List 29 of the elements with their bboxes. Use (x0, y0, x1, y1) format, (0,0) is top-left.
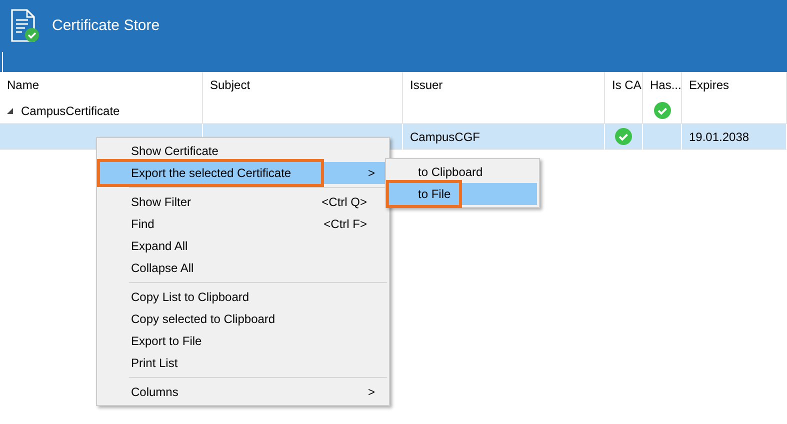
cell-text: 19.01.2038 (689, 128, 750, 146)
column-header[interactable]: Subject (203, 72, 403, 98)
column-header[interactable]: Name (0, 72, 203, 98)
menu-item[interactable]: Export the selected Certificate > (99, 162, 387, 184)
shortcut-label: <Ctrl Q> (322, 194, 368, 211)
menu-item[interactable]: Print List (99, 352, 387, 374)
menu-item[interactable]: Show Certificate (99, 140, 387, 162)
menu-item[interactable]: to File (388, 183, 537, 205)
window-title: Certificate Store (52, 16, 160, 36)
submenu-arrow: > (368, 384, 375, 401)
menu-item[interactable]: Export to File (99, 330, 387, 352)
menu-item[interactable]: Copy List to Clipboard (99, 286, 387, 308)
column-header[interactable]: Has... (643, 72, 682, 98)
column-header[interactable]: Expires (682, 72, 787, 98)
certificate-icon (10, 9, 40, 43)
menu-item[interactable]: Copy selected to Clipboard (99, 308, 387, 330)
menu-item[interactable]: to Clipboard (388, 161, 537, 183)
menu-item[interactable]: Collapse All (99, 257, 387, 279)
menu-item[interactable]: Find <Ctrl F> (99, 213, 387, 235)
cell-text: CampusCGF (410, 128, 480, 146)
shortcut-label: <Ctrl F> (324, 216, 368, 233)
column-header[interactable]: Is CA (605, 72, 643, 98)
menu-item[interactable]: Expand All (99, 235, 387, 257)
cell-text: CampusCertificate (21, 102, 120, 120)
menu-item[interactable]: Columns > (99, 381, 387, 403)
menu-item[interactable]: Show Filter <Ctrl Q> (99, 191, 387, 213)
expand-icon[interactable] (7, 108, 13, 114)
column-header[interactable]: Issuer (403, 72, 605, 98)
submenu-arrow: > (368, 165, 375, 182)
